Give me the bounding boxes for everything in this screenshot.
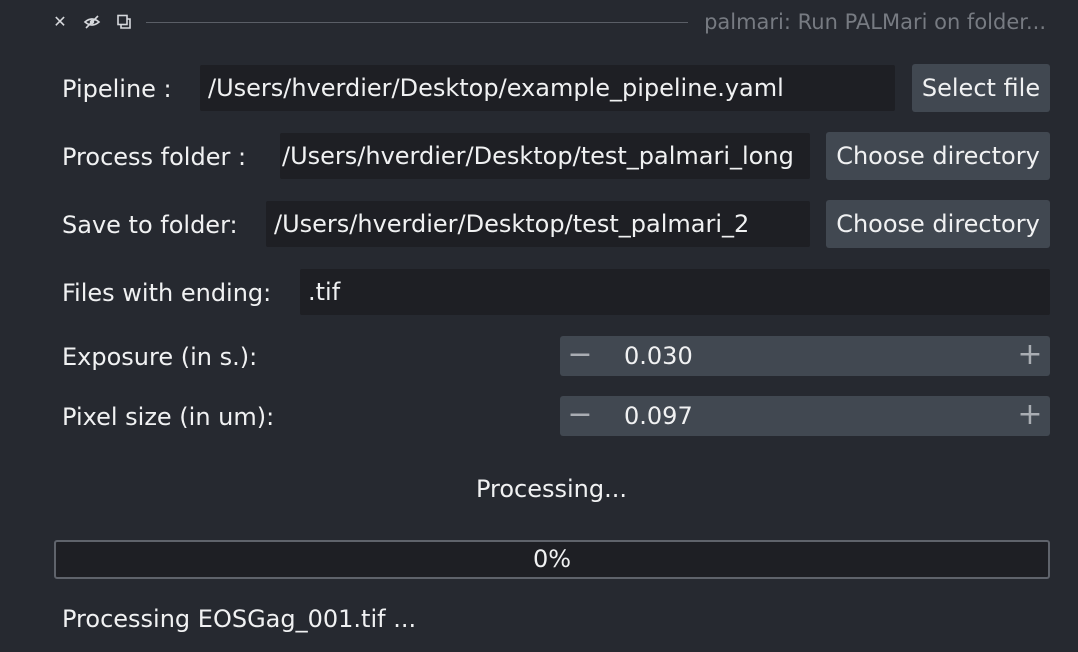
hide-eye-icon[interactable]	[83, 13, 101, 31]
float-window-icon[interactable]	[115, 13, 133, 31]
exposure-label: Exposure (in s.):	[62, 343, 258, 371]
choose-process-directory-button[interactable]: Choose directory	[826, 132, 1050, 180]
pixel-size-decrement-icon[interactable]: −	[560, 396, 600, 436]
choose-save-directory-button[interactable]: Choose directory	[826, 200, 1050, 248]
exposure-decrement-icon[interactable]: −	[560, 336, 600, 376]
select-file-button[interactable]: Select file	[912, 64, 1050, 112]
exposure-spinbox[interactable]: − 0.030 +	[560, 336, 1050, 376]
title-bar: ✕ palmari: Run PALMari on folder...	[0, 0, 1078, 44]
pixel-size-label: Pixel size (in um):	[62, 403, 275, 431]
progress-text: 0%	[532, 545, 572, 573]
pixel-size-value[interactable]: 0.097	[624, 396, 693, 436]
process-folder-label: Process folder :	[62, 143, 247, 171]
save-folder-label: Save to folder:	[62, 211, 238, 239]
pixel-size-increment-icon[interactable]: +	[1010, 396, 1050, 436]
close-icon[interactable]: ✕	[51, 13, 69, 31]
pipeline-path-field[interactable]: /Users/hverdier/Desktop/example_pipeline…	[200, 65, 895, 111]
progress-bar: 0%	[54, 540, 1050, 579]
process-folder-field[interactable]: /Users/hverdier/Desktop/test_palmari_lon…	[280, 133, 810, 179]
save-folder-field[interactable]: /Users/hverdier/Desktop/test_palmari_2	[266, 201, 810, 247]
files-ending-field[interactable]: .tif	[300, 269, 1050, 315]
exposure-value[interactable]: 0.030	[624, 336, 693, 376]
title-separator	[146, 22, 688, 23]
current-file-status: Processing EOSGag_001.tif ...	[62, 605, 417, 633]
files-ending-label: Files with ending:	[62, 279, 272, 307]
exposure-increment-icon[interactable]: +	[1010, 336, 1050, 376]
pixel-size-spinbox[interactable]: − 0.097 +	[560, 396, 1050, 436]
window-title: palmari: Run PALMari on folder...	[704, 10, 1046, 34]
pipeline-label: Pipeline :	[62, 75, 172, 103]
processing-status: Processing...	[475, 475, 628, 503]
